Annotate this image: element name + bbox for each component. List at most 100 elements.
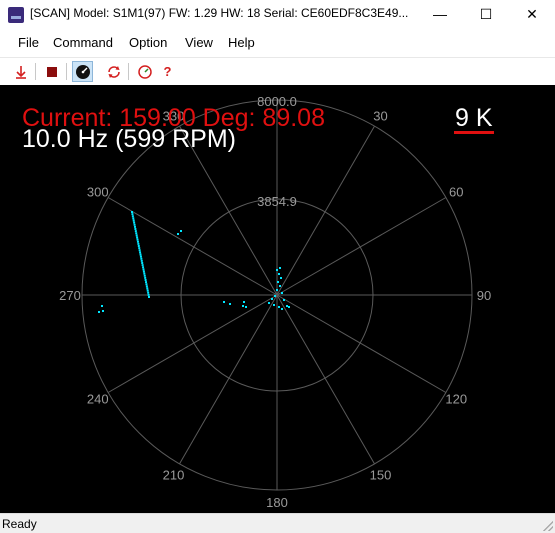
scan-point	[141, 264, 144, 267]
status-bar: Ready	[0, 513, 555, 533]
scan-point	[278, 273, 280, 275]
gauge-button[interactable]	[134, 61, 155, 82]
spoke-210	[179, 294, 278, 465]
scan-point	[137, 242, 140, 245]
scan-points	[98, 211, 290, 313]
scan-point	[142, 266, 145, 269]
scan-point	[136, 236, 139, 239]
scan-point	[268, 302, 270, 304]
scan-point	[133, 223, 136, 226]
scan-point	[131, 213, 134, 216]
scan-point	[134, 228, 137, 230]
scan-point	[145, 281, 148, 284]
maximize-button[interactable]: ☐	[463, 0, 509, 30]
scan-point	[132, 217, 135, 220]
menu-help[interactable]: Help	[228, 35, 255, 50]
spoke-300	[107, 197, 278, 296]
scan-point	[137, 245, 140, 247]
spoke-240	[107, 294, 278, 393]
scan-point	[101, 305, 103, 307]
scan-point	[271, 298, 273, 300]
scan-point	[139, 253, 142, 256]
angle-label-210: 210	[163, 467, 185, 482]
status-text: Ready	[2, 517, 37, 531]
scan-point	[141, 262, 144, 264]
scan-point	[274, 295, 276, 297]
frequency-reading: 10.0 Hz (599 RPM)	[22, 125, 236, 153]
download-icon	[15, 65, 26, 79]
scan-point	[273, 304, 275, 306]
scan-point	[242, 305, 244, 307]
menu-command[interactable]: Command	[53, 35, 113, 50]
minimize-button[interactable]: —	[417, 0, 463, 30]
scan-point	[276, 289, 278, 291]
scan-point	[143, 274, 146, 277]
scale-label: 9 K	[455, 104, 493, 132]
toolbar-separator	[128, 63, 129, 80]
scan-point	[139, 255, 142, 258]
scan-display[interactable]: 30 60 90 120 150 180 210 240 270 300 330 8000.0 38…	[0, 85, 555, 513]
scan-point	[177, 233, 179, 235]
resize-grip[interactable]	[543, 521, 553, 531]
toolbar: ?	[0, 57, 555, 84]
scan-point	[102, 310, 104, 312]
download-button[interactable]	[10, 61, 31, 82]
spoke-150	[276, 294, 375, 465]
scan-point	[145, 285, 148, 288]
scan-point	[144, 279, 147, 281]
angle-label-60: 60	[449, 185, 463, 200]
spoke-60	[276, 197, 447, 296]
scan-point	[276, 269, 278, 271]
window-title: [SCAN] Model: S1M1(97) FW: 1.29 HW: 18 S…	[30, 6, 409, 20]
scan-point	[132, 219, 135, 222]
scan-point	[279, 267, 281, 269]
menu-view[interactable]: View	[185, 35, 213, 50]
inner-ring-label: 3854.9	[257, 194, 297, 209]
scan-point	[148, 296, 150, 298]
title-bar: [SCAN] Model: S1M1(97) FW: 1.29 HW: 18 S…	[0, 0, 555, 30]
angle-label-300: 300	[87, 185, 109, 200]
scan-point	[136, 240, 139, 243]
stop-icon	[46, 66, 57, 77]
scan-point	[140, 257, 143, 260]
scan-point	[133, 221, 136, 224]
scan-point	[281, 292, 283, 294]
angle-label-240: 240	[87, 392, 109, 407]
scan-point	[146, 287, 149, 290]
scan-point	[143, 272, 146, 275]
scan-point	[288, 306, 290, 308]
scan-point	[278, 306, 280, 308]
toolbar-separator	[35, 63, 36, 80]
scan-point	[138, 247, 141, 250]
angle-label-180: 180	[266, 495, 288, 510]
scale-underline	[454, 131, 494, 134]
angle-label-120: 120	[445, 392, 467, 407]
scan-point	[135, 232, 138, 235]
angle-label-90: 90	[477, 288, 491, 303]
scan-point	[229, 303, 231, 305]
scan-point	[147, 291, 150, 294]
scan-point	[180, 230, 182, 232]
radar-button[interactable]	[72, 61, 93, 82]
scan-point	[131, 215, 134, 218]
menu-bar: File Command Option View Help	[0, 30, 555, 56]
refresh-button[interactable]	[103, 61, 124, 82]
polar-plot: 306090120150180210240270300330 8000.0 38…	[22, 94, 494, 510]
scan-point	[280, 277, 282, 279]
scan-point	[245, 306, 247, 308]
toolbar-separator	[66, 63, 67, 80]
help-button[interactable]: ?	[157, 61, 178, 82]
refresh-icon	[107, 65, 120, 78]
close-button[interactable]: ✕	[509, 0, 555, 30]
stop-button[interactable]	[41, 61, 62, 82]
spoke-30	[276, 125, 375, 296]
menu-file[interactable]: File	[18, 35, 39, 50]
scan-point	[145, 283, 148, 286]
help-icon: ?	[163, 64, 172, 79]
scan-point	[243, 301, 245, 303]
menu-option[interactable]: Option	[129, 35, 167, 50]
scan-point	[142, 270, 145, 273]
scan-point	[142, 268, 145, 271]
angle-label-150: 150	[370, 467, 392, 482]
angle-label-270: 270	[59, 288, 81, 303]
